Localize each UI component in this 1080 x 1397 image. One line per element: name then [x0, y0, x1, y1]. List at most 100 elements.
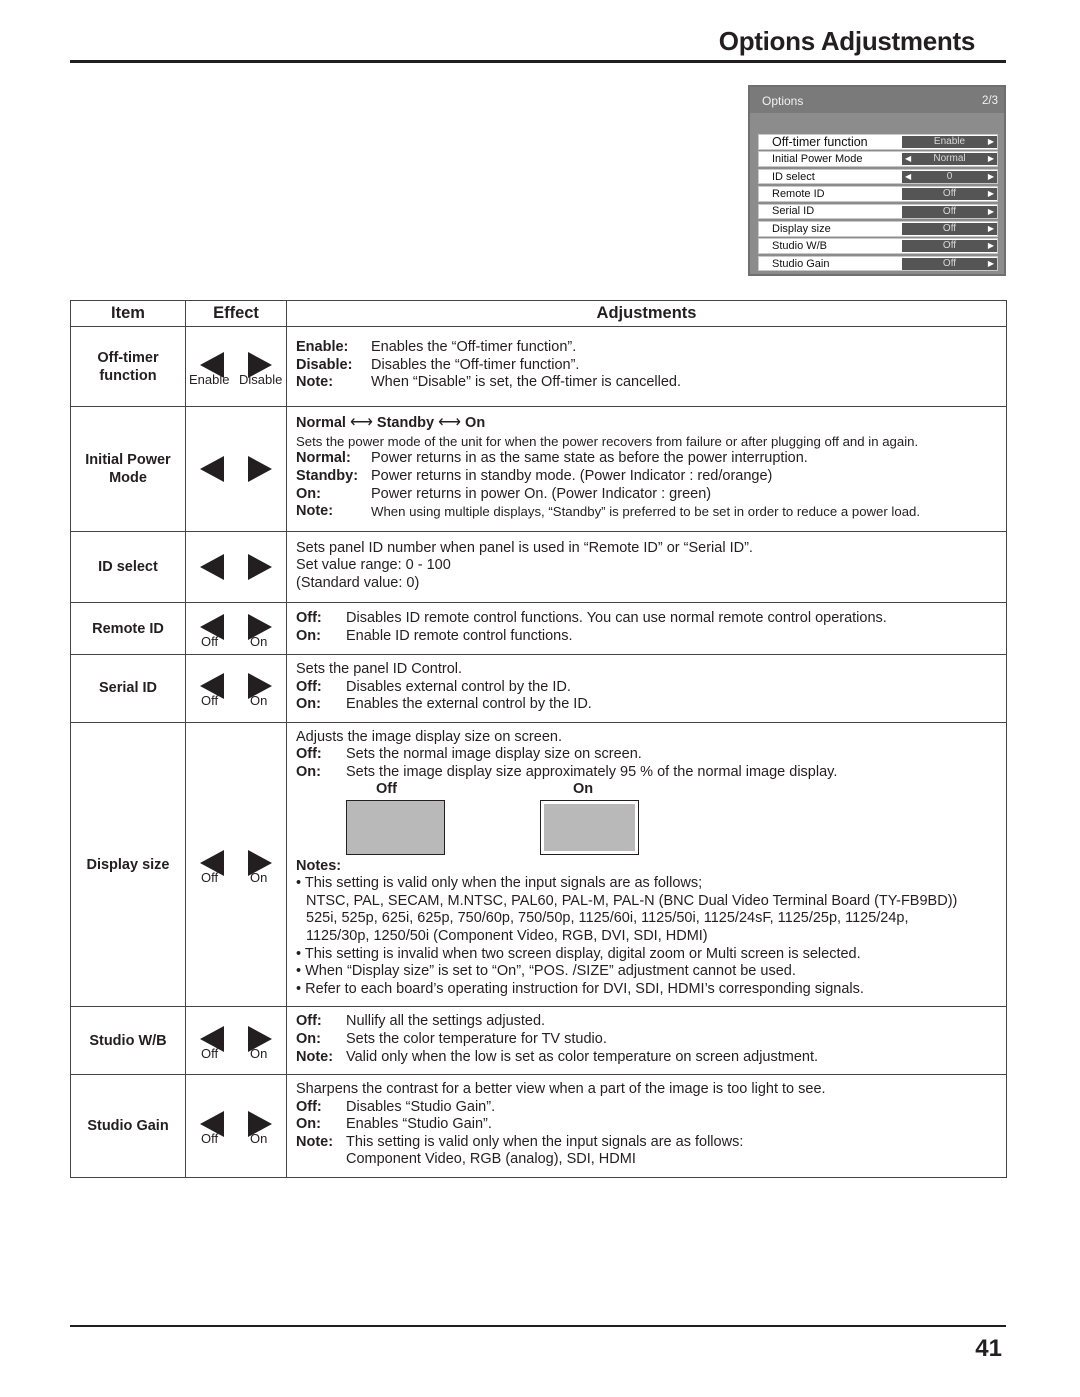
right-triangle-icon: [248, 456, 272, 482]
adjustments-cell: Sets the panel ID Control. Off: Disables …: [286, 654, 1007, 723]
adj-key: On:: [296, 696, 321, 713]
table-header-row: Item Effect Adjustments: [70, 300, 1007, 327]
osd-row-label: ID select: [772, 170, 815, 183]
effect-arrows: Off On: [186, 609, 286, 649]
item-cell: Off-timer function: [70, 326, 186, 407]
screen-reduced-size-image: [540, 799, 639, 855]
osd-value-text: Normal: [933, 153, 966, 165]
osd-header: Options 2/3: [750, 87, 1004, 113]
right-arrow-icon: ▶: [987, 171, 994, 181]
effect-cell: [185, 531, 287, 603]
left-effect-label: Off: [201, 1045, 219, 1061]
item-cell: Display size: [70, 721, 186, 1008]
osd-row-value: Enable ▶: [902, 136, 997, 148]
adj-key: Enable:: [296, 339, 349, 356]
note-bullet: • This setting is valid only when the in…: [296, 875, 703, 892]
item-cell: Serial ID: [70, 654, 186, 723]
adj-text: Disables ID remote control functions. Yo…: [346, 609, 887, 626]
adj-text: Enables the “Off-timer function”.: [371, 339, 577, 356]
adj-line: Off: Disables ID remote control functions…: [296, 610, 996, 628]
note-continuation: NTSC, PAL, SECAM, M.NTSC, PAL60, PAL-M, …: [306, 892, 958, 909]
right-effect-label: On: [250, 633, 268, 649]
right-effect-label: On: [250, 869, 268, 885]
adj-key: On:: [296, 1030, 321, 1047]
right-triangle-icon: [248, 554, 272, 580]
adj-text: Nullify all the settings adjusted.: [346, 1013, 546, 1030]
osd-row-remote-id: Remote ID Off ▶: [758, 186, 998, 202]
adj-line: Off: Nullify all the settings adjusted.: [296, 1013, 996, 1031]
adj-line: Note: When using multiple displays, “Stan…: [296, 503, 996, 521]
adj-text: Enables “Studio Gain”.: [346, 1116, 492, 1133]
osd-row-value: Off ▶: [902, 222, 997, 235]
adj-key: Note:: [296, 1048, 334, 1065]
effect-arrows: Off On: [186, 845, 286, 885]
item-cell: Studio W/B: [70, 1006, 186, 1076]
reduced-image-area: [544, 803, 635, 851]
adj-text: This setting is valid only when the inpu…: [346, 1133, 744, 1150]
header-item: Item: [70, 300, 186, 327]
adj-line: Disable: Disables the “Off-timer function…: [296, 357, 996, 375]
left-effect-label: Off: [201, 693, 219, 709]
effect-cell: Off On: [185, 654, 287, 723]
illustration-on-caption: On: [573, 780, 594, 797]
right-effect-label: On: [250, 693, 268, 709]
adjustments-cell: Adjusts the image display size on screen…: [286, 721, 1007, 1008]
item-name-line1: Initial Power: [85, 452, 171, 468]
adj-line: Enable: Enables the “Off-timer function”.: [296, 339, 996, 357]
effect-cell: Off On: [185, 1006, 287, 1076]
adjustments-cell: Sets panel ID number when panel is used …: [286, 531, 1007, 603]
effect-arrows: [186, 454, 286, 484]
effect-arrows: Enable Disable: [186, 347, 286, 387]
effect-arrows: [186, 552, 286, 582]
page-number: 41: [975, 1335, 1002, 1362]
effect-cell: Off On: [185, 602, 287, 655]
right-effect-label: Disable: [239, 371, 283, 387]
adj-intro: Sharpens the contrast for a better view …: [296, 1081, 826, 1098]
table-row-initial-power-mode: Initial Power Mode Normal ⟷ Standby ⟷ On Set…: [70, 406, 1007, 532]
osd-value-text: Off: [942, 257, 957, 269]
adj-intro: Adjusts the image display size on screen…: [296, 728, 562, 745]
effect-cell: Off On: [185, 721, 287, 1008]
right-effect-label: On: [250, 1045, 268, 1061]
item-cell: Initial Power Mode: [70, 406, 186, 532]
adj-text: Valid only when the low is set as color …: [346, 1048, 819, 1065]
osd-row-studio-wb: Studio W/B Off ▶: [758, 238, 998, 254]
header-effect: Effect: [185, 300, 287, 327]
table-row-studio-wb: Studio W/B Off On Off: Nullify all the se…: [70, 1006, 1007, 1076]
osd-row-value: ◀ Normal ▶: [902, 153, 997, 166]
adj-line: Standby: Power returns in standby mode. (…: [296, 468, 996, 486]
adj-line: On: Enables the external control by the I…: [296, 696, 996, 714]
adj-intro: Sets the power mode of the unit for when…: [296, 433, 919, 449]
item-name-line1: Off-timer: [97, 349, 159, 366]
adj-text: (Standard value: 0): [296, 574, 420, 591]
left-effect-label: Off: [201, 869, 219, 885]
left-effect-label: Off: [201, 633, 219, 649]
osd-row-label: Studio Gain: [772, 257, 830, 270]
osd-row-label: Off-timer function: [772, 134, 868, 149]
adj-text: When using multiple displays, “Standby” …: [371, 504, 921, 520]
note-bullet: • This setting is invalid when two scree…: [296, 945, 861, 962]
adj-text: Disables “Studio Gain”.: [346, 1098, 496, 1115]
osd-page-indicator: 2/3: [982, 95, 998, 107]
adj-key: Note:: [296, 374, 334, 391]
osd-row-studio-gain: Studio Gain Off ▶: [758, 255, 998, 272]
adj-key: Disable:: [296, 356, 353, 373]
title-rule: [70, 60, 1006, 63]
adjustments-cell: Sharpens the contrast for a better view …: [286, 1074, 1007, 1179]
adj-line: On: Enables “Studio Gain”.: [296, 1116, 996, 1134]
adjustments-cell: Off: Disables ID remote control functions…: [286, 602, 1007, 655]
adj-line: Off: Disables “Studio Gain”.: [296, 1099, 996, 1117]
item-cell: ID select: [70, 531, 186, 603]
osd-row-id-select: ID select ◀ 0 ▶: [758, 168, 998, 185]
double-arrow-icon: ⟷: [438, 414, 462, 432]
adj-line: Note: This setting is valid only when the…: [296, 1134, 996, 1152]
adj-line: On: Enable ID remote control functions.: [296, 628, 996, 646]
item-cell: Studio Gain: [70, 1074, 186, 1179]
adjustments-cell: Enable: Enables the “Off-timer function”.…: [286, 326, 1007, 407]
left-arrow-icon: ◀: [905, 154, 912, 164]
adj-key: On:: [296, 1116, 321, 1133]
table-row-display-size: Display size Off On Adjusts the image di…: [70, 721, 1007, 1008]
osd-value-text: Off: [942, 188, 957, 200]
note-continuation: 525i, 525p, 625i, 625p, 750/60p, 750/50p…: [306, 910, 909, 927]
item-name-line2: Mode: [109, 470, 147, 486]
